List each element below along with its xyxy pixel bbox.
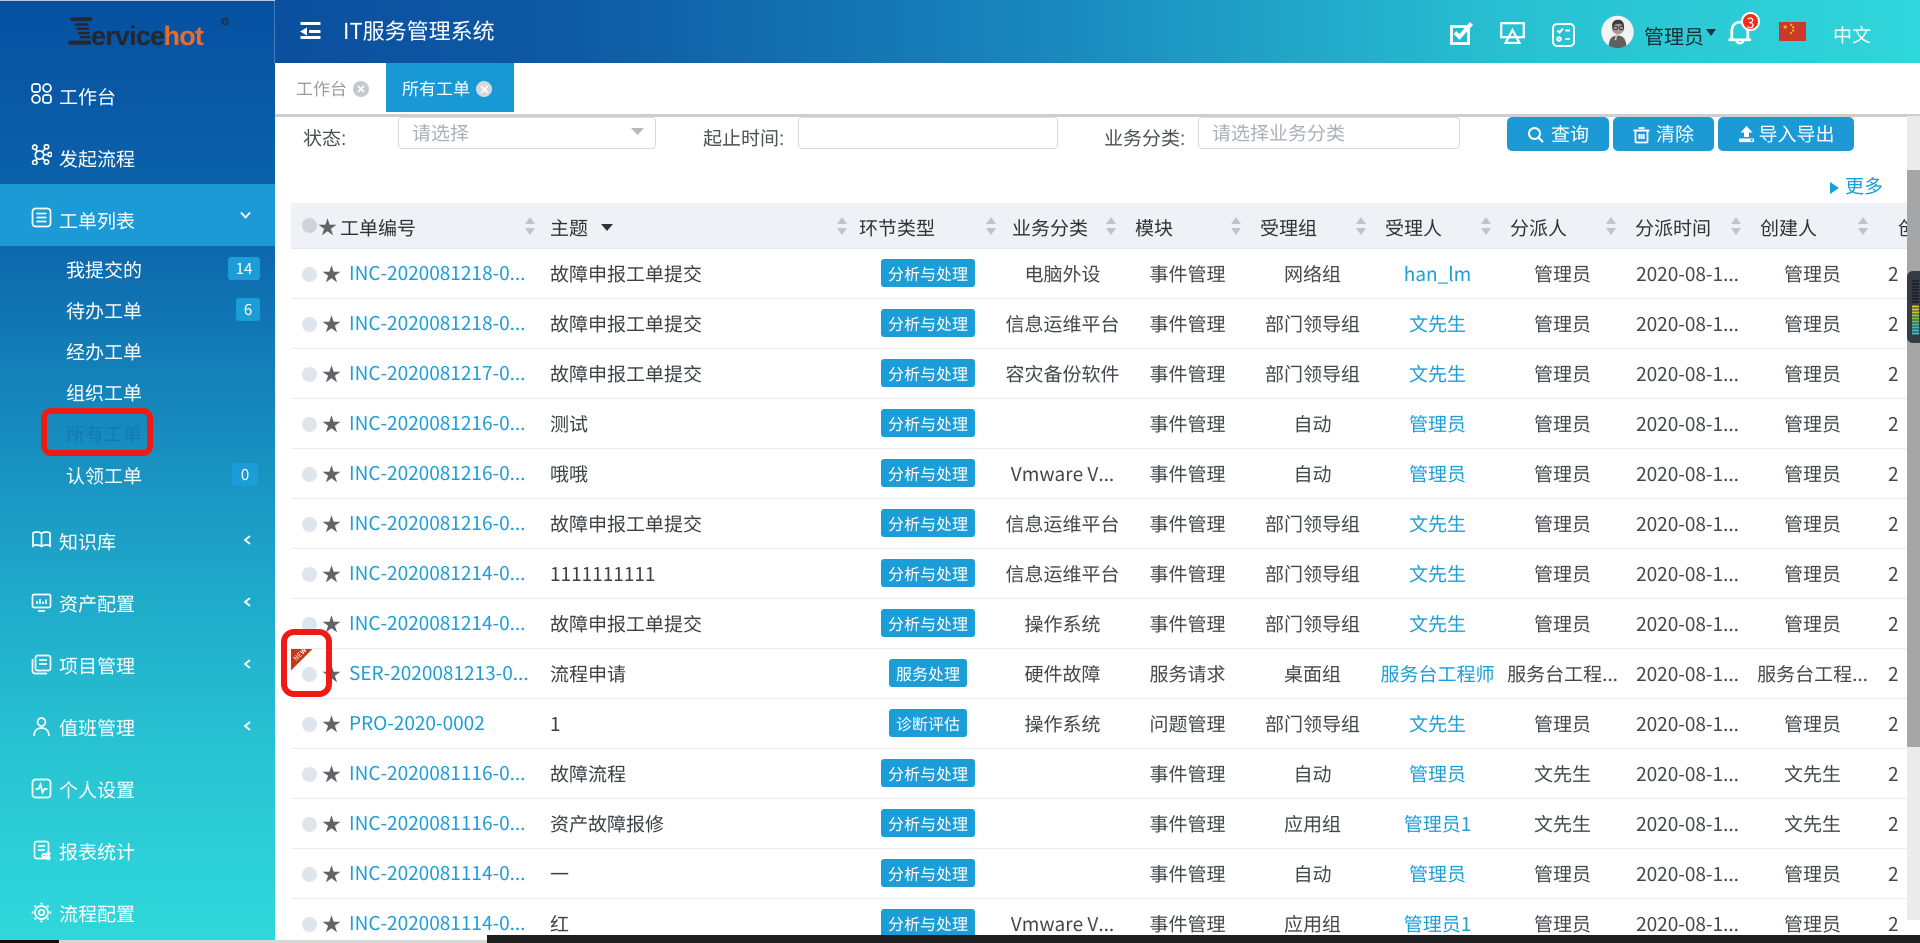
svg-text:ervice: ervice [91,21,165,50]
svg-text:hot: hot [164,21,204,50]
svg-text:R: R [223,20,227,26]
